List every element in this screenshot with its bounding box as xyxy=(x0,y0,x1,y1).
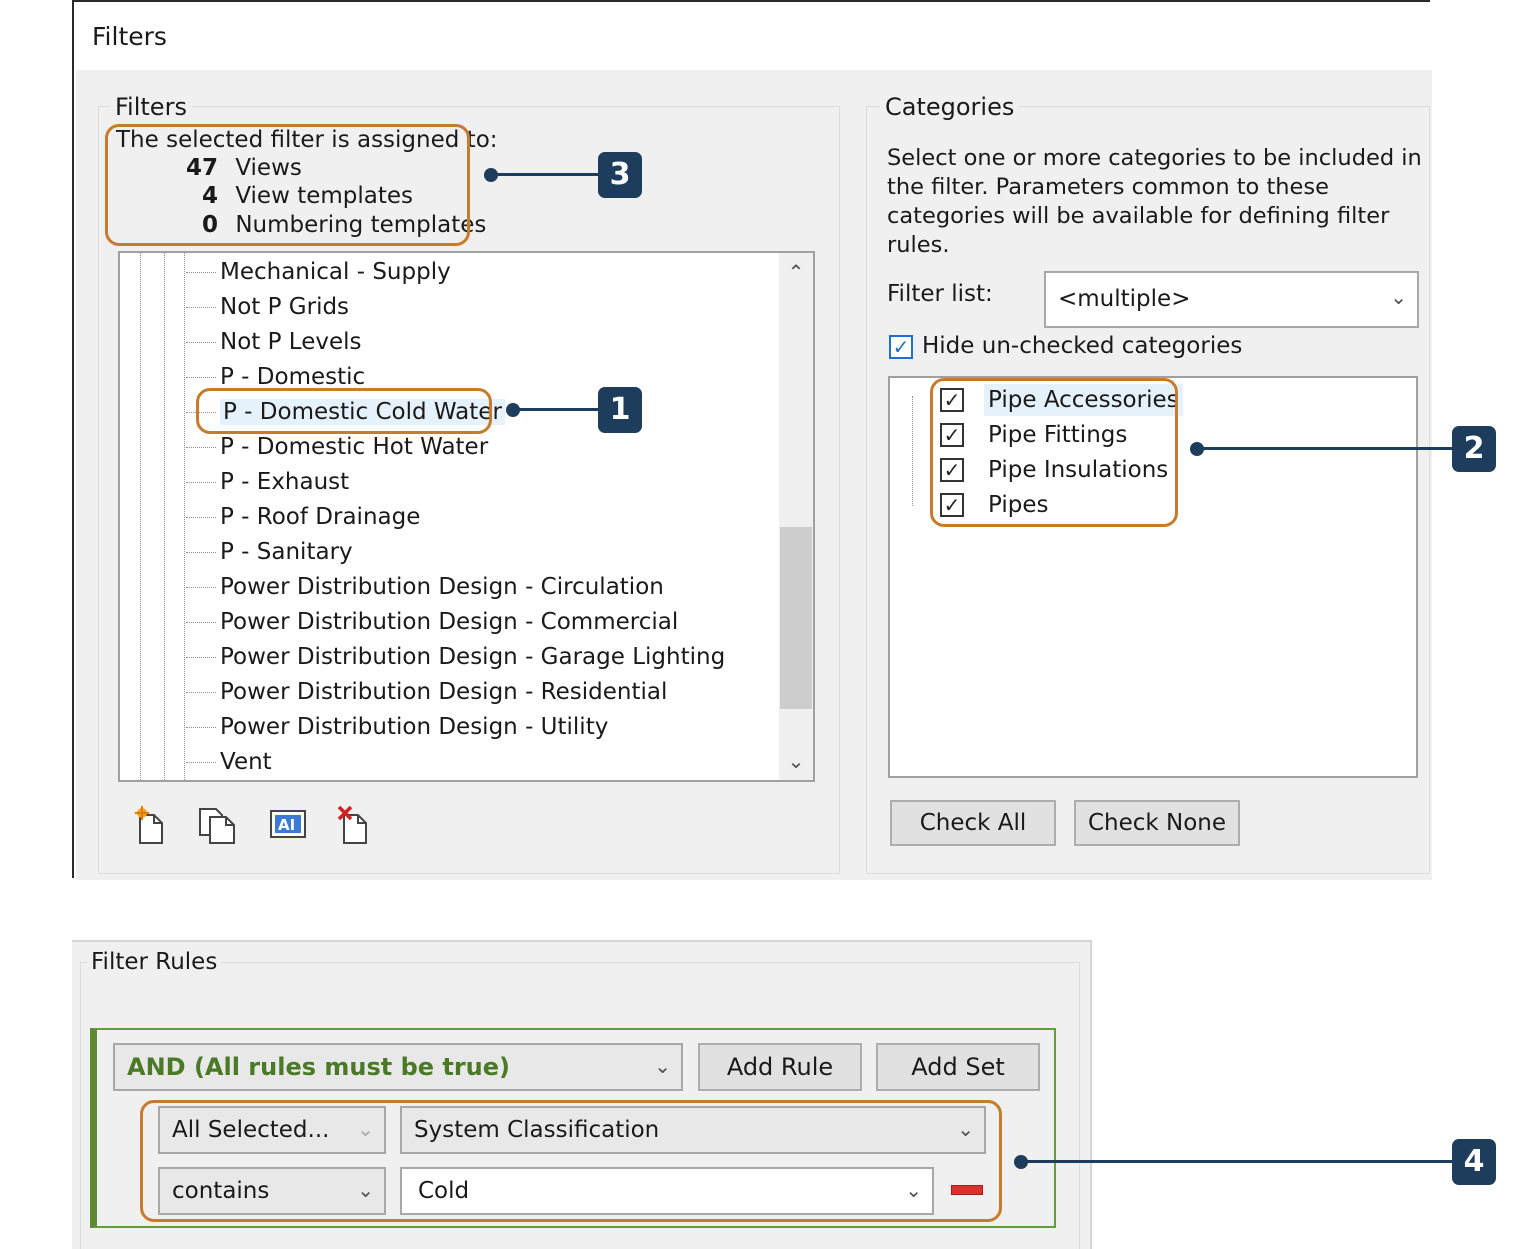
callout-badge-2: 2 xyxy=(1452,426,1496,472)
tree-item[interactable]: Vent xyxy=(186,746,272,778)
leader-line xyxy=(490,173,600,176)
tree-item[interactable]: Mechanical - Supply xyxy=(186,256,451,288)
categories-group-label: Categories xyxy=(880,94,1020,120)
tree-item[interactable]: P - Domestic Hot Water xyxy=(186,431,488,463)
callout-box-1 xyxy=(196,388,492,434)
tree-item[interactable]: Power Distribution Design - Residential xyxy=(186,676,667,708)
tree-item-label: Not P Levels xyxy=(220,329,362,355)
tree-item-label: Power Distribution Design - Commercial xyxy=(220,609,679,635)
check-none-button[interactable]: Check None xyxy=(1074,800,1240,846)
tree-item[interactable]: Power Distribution Design - Utility xyxy=(186,711,608,743)
tree-item[interactable]: P - Exhaust xyxy=(186,466,349,498)
filter-rules-label: Filter Rules xyxy=(87,949,222,975)
callout-box-2 xyxy=(930,378,1178,527)
tree-item-label: Vent xyxy=(220,749,272,775)
categories-description: Select one or more categories to be incl… xyxy=(887,145,1422,258)
check-all-button[interactable]: Check All xyxy=(890,800,1056,846)
hide-unchecked-checkbox[interactable]: ✓ xyxy=(889,335,913,359)
window-title: Filters xyxy=(92,22,167,51)
tree-item[interactable]: Power Distribution Design - Circulation xyxy=(186,571,664,603)
tree-item-label: Not P Grids xyxy=(220,294,350,320)
filter-list-dropdown[interactable]: <multiple> ⌄ xyxy=(1044,271,1419,328)
tree-item-label: Power Distribution Design - Residential xyxy=(220,679,668,705)
logic-value: AND (All rules must be true) xyxy=(127,1053,511,1081)
rename-filter-icon[interactable]: AI xyxy=(268,805,308,845)
add-set-button[interactable]: Add Set xyxy=(876,1043,1040,1091)
chevron-down-icon: ⌄ xyxy=(654,1053,671,1078)
callout-badge-1: 1 xyxy=(598,387,642,433)
tree-item-label: Mechanical - Supply xyxy=(220,259,451,285)
tree-item-label: P - Domestic Hot Water xyxy=(220,434,489,460)
tree-item-label: P - Exhaust xyxy=(220,469,350,495)
callout-box-3 xyxy=(105,124,470,246)
leader-line xyxy=(1020,1160,1452,1163)
filter-list-value: <multiple> xyxy=(1058,286,1191,312)
leader-line xyxy=(512,408,600,411)
tree-item-label: Power Distribution Design - Garage Light… xyxy=(220,644,726,670)
duplicate-filter-icon[interactable] xyxy=(198,805,238,845)
tree-item[interactable]: Power Distribution Design - Commercial xyxy=(186,606,678,638)
filter-list-label: Filter list: xyxy=(887,281,993,307)
tree-item-label: Power Distribution Design - Circulation xyxy=(220,574,664,600)
new-filter-icon[interactable] xyxy=(132,805,172,845)
svg-text:AI: AI xyxy=(278,816,295,834)
hide-unchecked-label: Hide un-checked categories xyxy=(922,333,1243,359)
tree-item[interactable]: Not P Levels xyxy=(186,326,361,358)
filters-group-label: Filters xyxy=(110,94,192,120)
tree-item-label: P - Roof Drainage xyxy=(220,504,421,530)
tree-item[interactable]: Not P Grids xyxy=(186,291,349,323)
callout-badge-3: 3 xyxy=(598,152,642,198)
scroll-up-icon[interactable]: ⌃ xyxy=(779,255,813,289)
tree-item[interactable]: P - Roof Drainage xyxy=(186,501,420,533)
delete-filter-icon[interactable] xyxy=(336,805,376,845)
tree-item[interactable]: P - Sanitary xyxy=(186,536,353,568)
logic-dropdown[interactable]: AND (All rules must be true) ⌄ xyxy=(113,1043,683,1091)
scroll-thumb[interactable] xyxy=(780,527,812,709)
leader-line xyxy=(1196,447,1452,450)
tree-item-label: P - Sanitary xyxy=(220,539,353,565)
add-rule-button[interactable]: Add Rule xyxy=(698,1043,862,1091)
callout-box-4 xyxy=(140,1100,1002,1222)
tree-item[interactable]: Power Distribution Design - Garage Light… xyxy=(186,641,725,673)
tree-item-label: Power Distribution Design - Utility xyxy=(220,714,609,740)
tree-item-label: P - Domestic xyxy=(220,364,366,390)
chevron-down-icon: ⌄ xyxy=(1390,284,1407,309)
tree-scrollbar[interactable]: ⌃ ⌄ xyxy=(779,253,813,780)
callout-badge-4: 4 xyxy=(1452,1139,1496,1185)
filter-tree[interactable]: Mechanical - Supply Not P Grids Not P Le… xyxy=(118,251,815,782)
scroll-down-icon[interactable]: ⌄ xyxy=(779,744,813,778)
